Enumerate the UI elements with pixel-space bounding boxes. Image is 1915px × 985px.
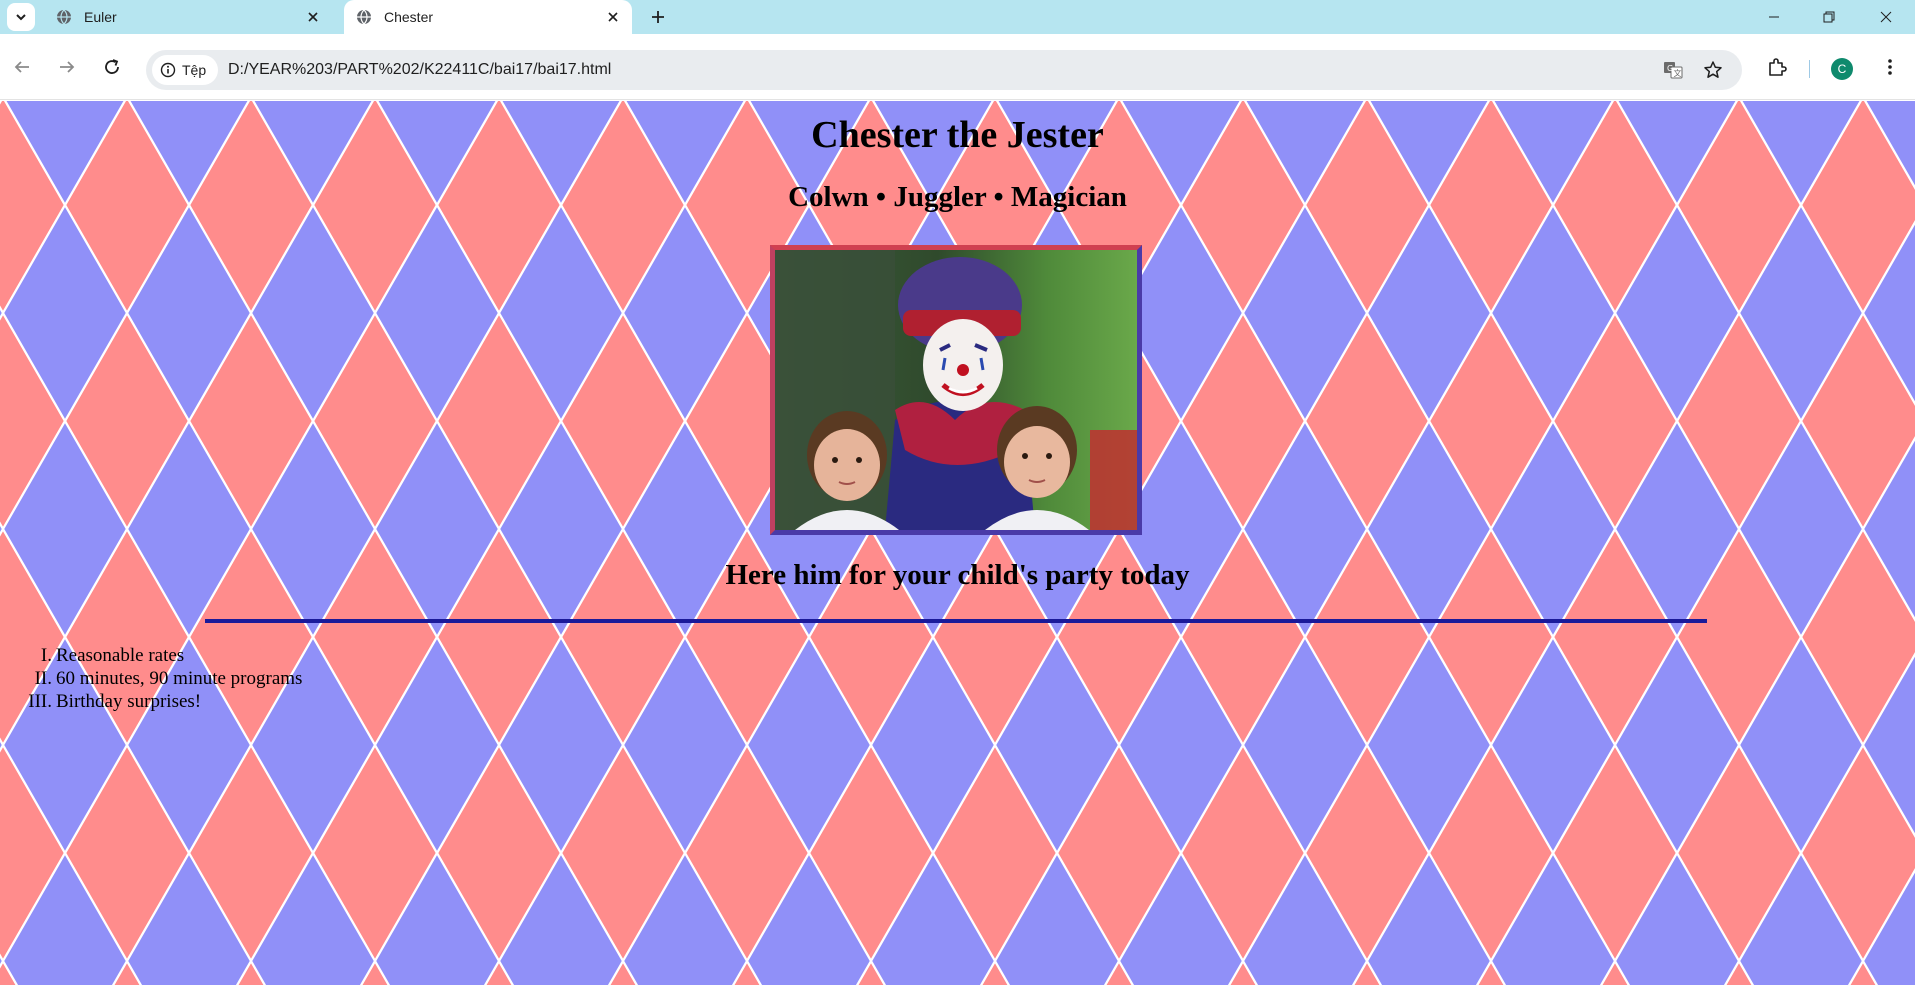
- window-close-icon: [1880, 11, 1892, 23]
- toolbar-divider: [1809, 60, 1810, 78]
- forward-icon: [60, 61, 75, 73]
- site-info-chip[interactable]: Tệp: [152, 55, 219, 85]
- tab-search-icon: [16, 14, 26, 21]
- page-title: Chester the Jester: [811, 114, 1104, 156]
- page-subtitle: Colwn • Juggler • Magician: [788, 181, 1127, 213]
- horizontal-rule: [205, 619, 1707, 623]
- translate-icon[interactable]: G文: [1662, 59, 1684, 81]
- list-number: I.: [40, 645, 52, 666]
- plus-icon: [652, 11, 664, 23]
- back-icon: [14, 61, 29, 73]
- restore-button[interactable]: [1806, 0, 1852, 34]
- restore-icon: [1823, 11, 1835, 23]
- list-number: III.: [28, 691, 52, 712]
- tagline-heading: Here him for your child's party today: [725, 559, 1190, 591]
- list-item: I. Reasonable rates: [0, 644, 302, 667]
- list-item-text: Reasonable rates: [56, 645, 185, 666]
- list-item-text: 60 minutes, 90 minute programs: [56, 668, 303, 689]
- url-text[interactable]: D:/YEAR%203/PART%202/K22411C/bai17/bai17…: [228, 61, 611, 79]
- menu-icon: [1888, 59, 1892, 75]
- list-number: II.: [34, 668, 52, 689]
- features-list: I. Reasonable rates II. 60 minutes, 90 m…: [0, 644, 302, 713]
- menu-button[interactable]: [1876, 53, 1904, 81]
- list-item: II. 60 minutes, 90 minute programs: [0, 667, 303, 690]
- globe-icon: [57, 9, 71, 25]
- profile-avatar[interactable]: C: [1831, 58, 1853, 80]
- forward-button[interactable]: [51, 51, 83, 83]
- reload-button[interactable]: [96, 51, 128, 83]
- minimize-button[interactable]: [1751, 0, 1797, 34]
- address-bar[interactable]: Tệp D:/YEAR%203/PART%202/K22411C/bai17/b…: [146, 50, 1742, 90]
- globe-icon: [357, 9, 371, 25]
- minimize-icon: [1769, 16, 1779, 18]
- extensions-icon: [1769, 58, 1787, 76]
- tab-search-button[interactable]: [7, 3, 35, 31]
- page-viewport: Chester the Jester Colwn • Juggler • Mag…: [0, 101, 1915, 985]
- page-body: Chester the Jester Colwn • Juggler • Mag…: [0, 101, 1915, 985]
- site-label: Tệp: [182, 62, 207, 78]
- svg-text:文: 文: [1674, 68, 1682, 78]
- reload-icon: [105, 59, 119, 74]
- tab-strip: Euler Chester: [0, 0, 1915, 34]
- back-button[interactable]: [6, 51, 38, 83]
- info-icon: [160, 62, 176, 78]
- svg-text:G: G: [1667, 64, 1673, 73]
- close-icon[interactable]: [604, 8, 622, 26]
- browser-toolbar: Tệp D:/YEAR%203/PART%202/K22411C/bai17/b…: [0, 34, 1915, 100]
- tab-euler[interactable]: Euler: [44, 0, 332, 34]
- extensions-button[interactable]: [1763, 53, 1791, 81]
- star-icon[interactable]: [1702, 59, 1724, 81]
- tab-chester[interactable]: Chester: [344, 0, 632, 34]
- list-item: III. Birthday surprises!: [0, 690, 302, 713]
- window-close-button[interactable]: [1863, 0, 1909, 34]
- new-tab-button[interactable]: [646, 5, 670, 29]
- tab-title: Chester: [384, 9, 434, 25]
- close-icon[interactable]: [304, 8, 322, 26]
- clown-photo: [770, 245, 1142, 535]
- list-item-text: Birthday surprises!: [56, 691, 202, 712]
- tab-title: Euler: [84, 9, 117, 25]
